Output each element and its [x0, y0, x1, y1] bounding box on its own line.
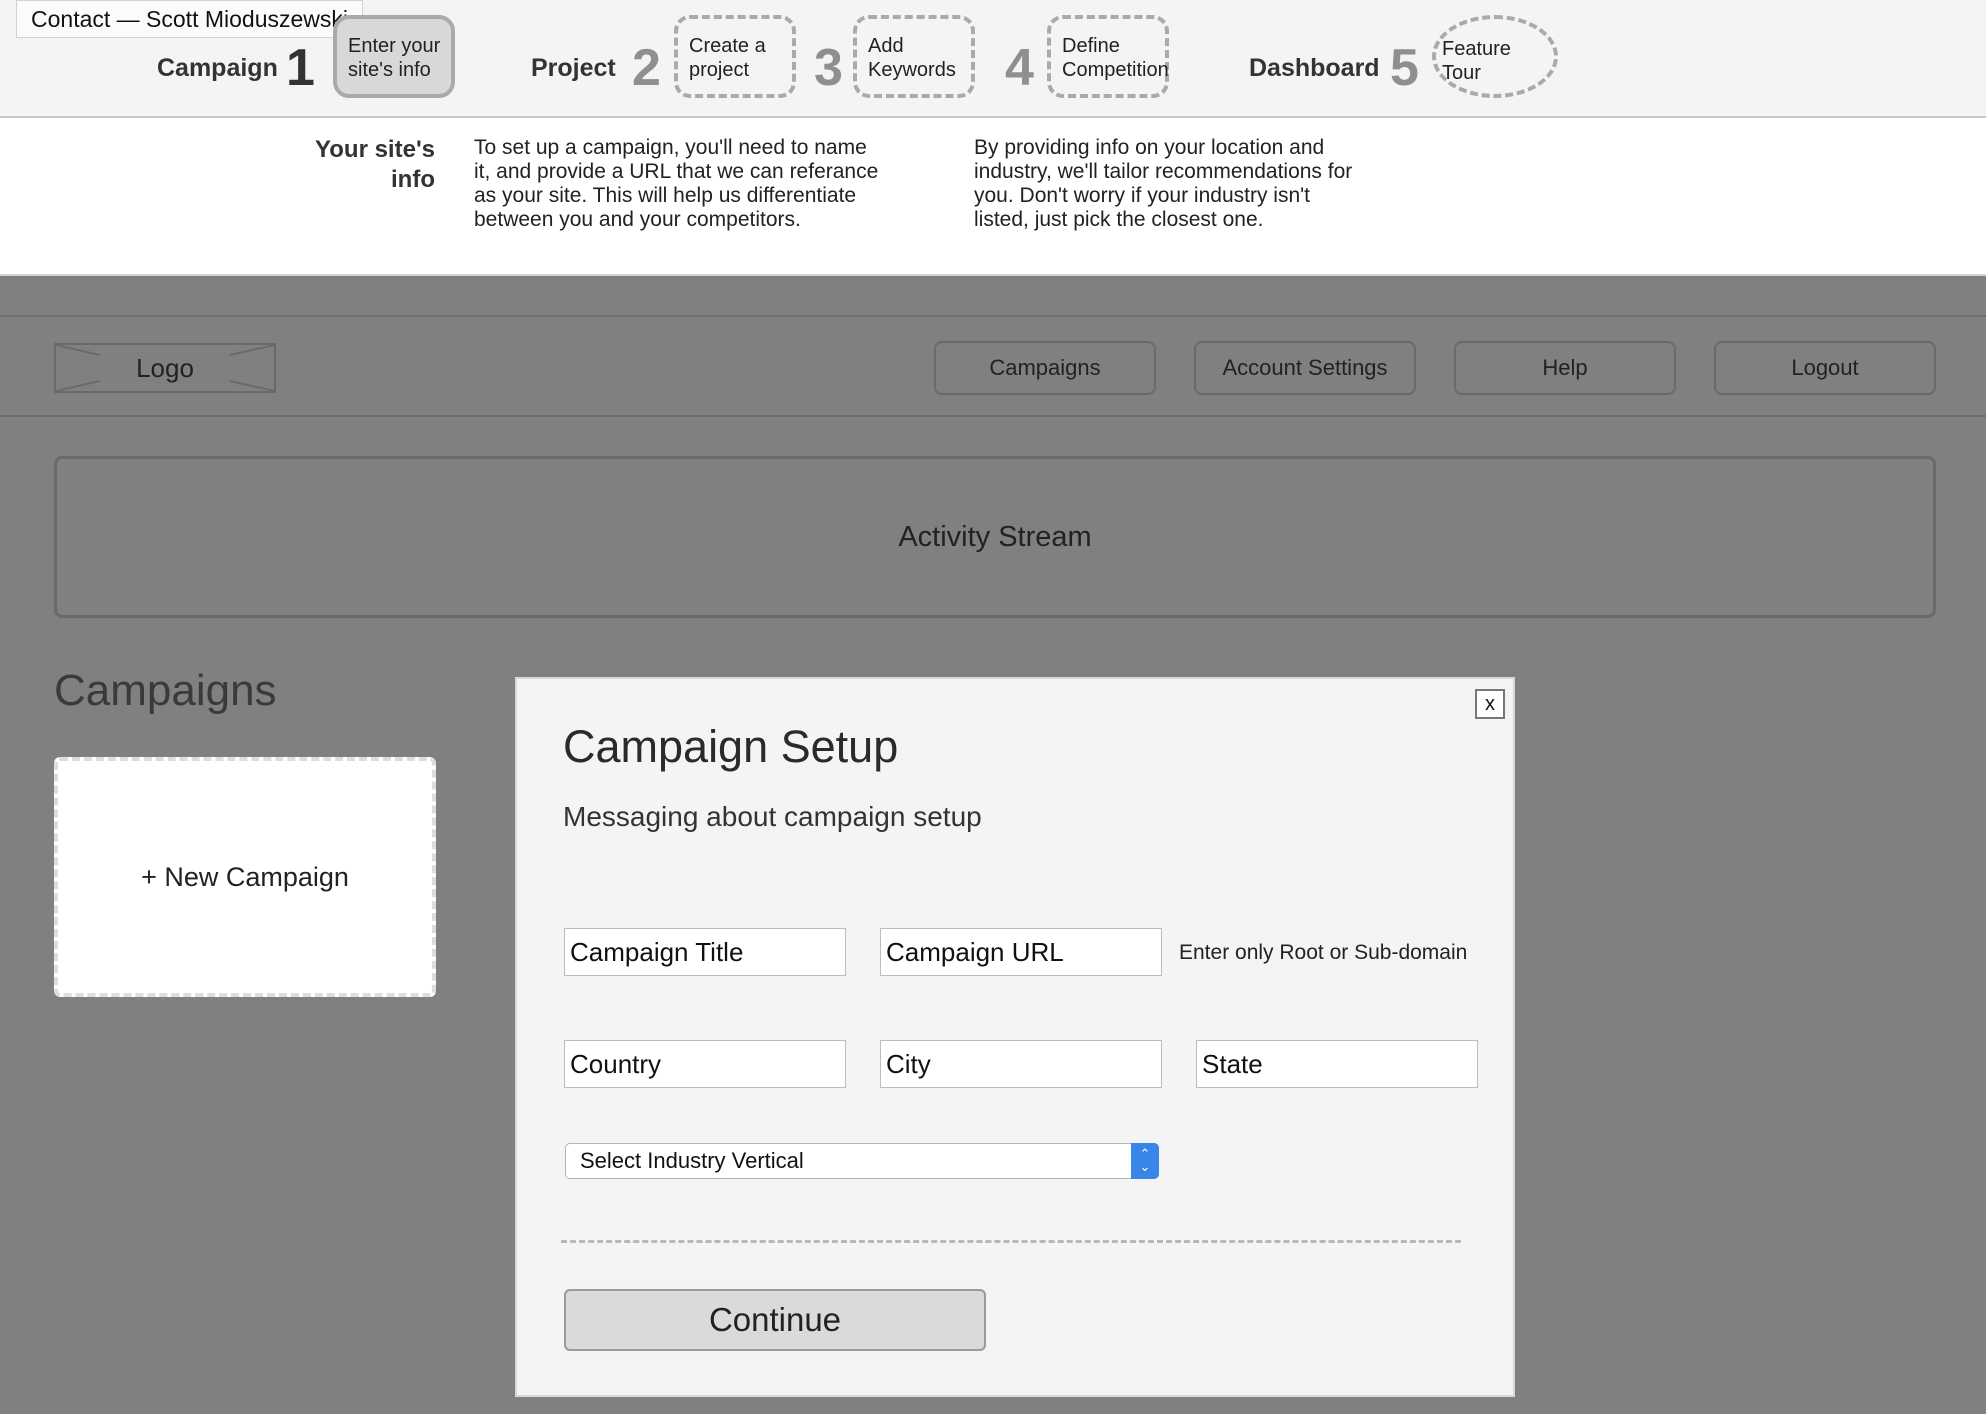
info-title-line2: info — [391, 166, 435, 193]
info-line: industry, we'll tailor recommendations f… — [974, 160, 1353, 183]
nav-account-settings-button[interactable]: Account Settings — [1194, 341, 1416, 395]
state-input[interactable] — [1196, 1040, 1478, 1088]
modal-subtitle: Messaging about campaign setup — [563, 801, 982, 832]
nav-help-button[interactable]: Help — [1454, 341, 1676, 395]
city-input[interactable] — [880, 1040, 1162, 1088]
nav-logout-button[interactable]: Logout — [1714, 341, 1936, 395]
step-number-3: 3 — [814, 39, 843, 97]
campaign-title-input[interactable] — [564, 928, 846, 976]
info-title-line1: Your site's — [315, 136, 435, 163]
step-label-line2: Keywords — [868, 59, 956, 81]
campaigns-heading: Campaigns — [54, 666, 277, 715]
new-campaign-card[interactable]: + New Campaign — [54, 757, 436, 997]
info-text-campaign: To set up a campaign, you'll need to nam… — [474, 136, 878, 232]
info-text-location: By providing info on your location and i… — [974, 136, 1352, 232]
industry-vertical-select[interactable]: Select Industry Vertical ⌃ ⌄ — [565, 1143, 1159, 1179]
logo-placeholder[interactable]: Logo — [54, 343, 276, 393]
info-line: between you and your competitors. — [474, 208, 801, 231]
close-icon[interactable]: x — [1475, 689, 1505, 719]
step-label-line2: Competition — [1062, 59, 1169, 81]
info-line: it, and provide a URL that we can refera… — [474, 160, 879, 183]
contact-tooltip: Contact — Scott Mioduszewski — [16, 0, 364, 38]
step-info-panel: Your site's info To set up a campaign, y… — [0, 118, 1986, 276]
activity-stream-panel: Activity Stream — [54, 456, 1936, 618]
modal-title: Campaign Setup — [563, 721, 899, 772]
campaign-setup-modal: x Campaign Setup Messaging about campaig… — [515, 677, 1515, 1397]
campaign-url-input[interactable] — [880, 928, 1162, 976]
step-label-line1: Feature Tour — [1442, 38, 1511, 84]
info-line: you. Don't worry if your industry isn't — [974, 184, 1310, 207]
info-title: Your site's info — [255, 135, 435, 195]
url-hint-text: Enter only Root or Sub-domain — [1179, 941, 1468, 964]
industry-select-value: Select Industry Vertical — [580, 1148, 804, 1173]
step-label-line2: project — [689, 59, 750, 81]
wizard-group-campaign: Campaign — [157, 54, 278, 82]
activity-stream-label: Activity Stream — [898, 521, 1092, 553]
step-label-line1: Enter your — [348, 35, 441, 57]
step-number-5: 5 — [1390, 39, 1419, 97]
nav-campaigns-button[interactable]: Campaigns — [934, 341, 1156, 395]
continue-button[interactable]: Continue — [564, 1289, 986, 1351]
info-line: By providing info on your location and — [974, 136, 1325, 159]
select-arrows-icon: ⌃ ⌄ — [1131, 1143, 1159, 1179]
country-input[interactable] — [564, 1040, 846, 1088]
step-label-line1: Create a — [689, 35, 766, 57]
info-line: as your site. This will help us differen… — [474, 184, 857, 207]
info-line: listed, just pick the closest one. — [974, 208, 1264, 231]
step-label-line1: Add — [868, 35, 904, 57]
modal-divider — [561, 1240, 1461, 1243]
wizard-step-create-project[interactable]: Create a project — [674, 15, 796, 98]
wizard-step-site-info[interactable]: Enter your site's info — [333, 15, 455, 98]
wizard-group-dashboard: Dashboard — [1249, 54, 1380, 82]
logo-label: Logo — [136, 353, 194, 383]
wizard-group-project: Project — [531, 54, 616, 82]
wizard-step-define-competition[interactable]: Define Competition — [1047, 15, 1169, 98]
wizard-step-feature-tour[interactable]: Feature Tour — [1432, 15, 1558, 98]
setup-wizard-header: Contact — Scott Mioduszewski Campaign 1 … — [0, 0, 1986, 118]
step-number-4: 4 — [1005, 39, 1034, 97]
step-number-1: 1 — [286, 39, 315, 97]
step-label-line1: Define — [1062, 35, 1120, 57]
info-line: To set up a campaign, you'll need to nam… — [474, 136, 867, 159]
wizard-step-add-keywords[interactable]: Add Keywords — [853, 15, 975, 98]
step-label-line2: site's info — [348, 59, 431, 81]
top-nav-bar: Logo Campaigns Account Settings Help Log… — [0, 315, 1986, 417]
step-number-2: 2 — [632, 39, 661, 97]
